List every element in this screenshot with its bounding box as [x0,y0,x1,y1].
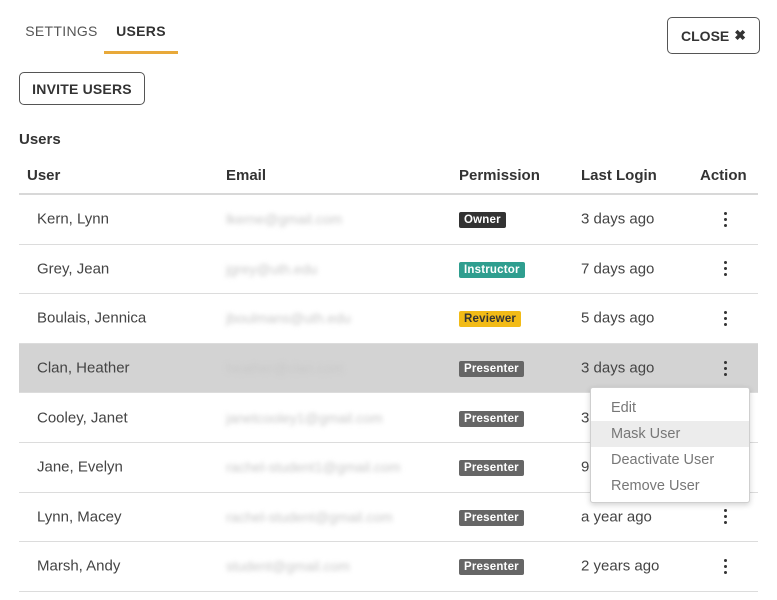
permission-cell: Presenter [459,458,524,477]
last-login: 3 days ago [581,359,655,377]
kebab-menu-icon[interactable] [718,209,732,229]
kebab-dot [723,211,727,215]
kebab-dot [723,366,727,370]
kebab-menu-icon[interactable] [718,259,732,279]
user-email: jboulmans@uth.edu [226,310,351,327]
header-permission: Permission [459,167,540,184]
permission-badge: Presenter [459,361,524,378]
permission-cell: Instructor [459,260,525,278]
permission-badge: Presenter [459,410,524,427]
kebab-dot [723,372,727,376]
close-button-label: CLOSE [681,27,730,44]
table-row: Kern, Lynn lkerne@gmail.com Owner 3 days ag… [19,195,758,245]
header-user: User [27,167,61,184]
user-email: rachel-student1@gmail.com [226,459,401,476]
kebab-dot [723,509,727,513]
table-row: Boulais, Jennica jboulmans@uth.edu Reviewe… [19,294,758,344]
last-login: 3 [581,409,590,427]
kebab-dot [723,558,727,562]
user-email: heather@clan.com [226,360,344,377]
menu-item-mask-user[interactable]: Mask User [591,421,749,447]
last-login: 2 years ago [581,557,660,575]
user-email: lkerne@gmail.com [226,211,343,228]
permission-cell: Reviewer [459,309,522,328]
header-action: Action [700,167,747,184]
invite-users-button[interactable]: INVITE USERS [19,72,145,105]
menu-item-deactivate-user[interactable]: Deactivate User [591,447,749,473]
last-login: 5 days ago [581,309,655,327]
tab-users[interactable]: USERS [104,0,178,54]
kebab-menu-icon[interactable] [718,556,732,576]
last-login: 9 [581,458,590,476]
kebab-dot [723,273,727,277]
action-menu: Edit Mask User Deactivate User Remove Us… [590,387,750,503]
users-table: User Email Permission Last Login Action … [19,157,758,592]
kebab-dot [723,223,727,227]
table-row: Marsh, Andy student@gmail.com Presenter 2 y… [19,542,758,592]
user-name: Lynn, Macey [37,508,122,526]
permission-cell: Presenter [459,508,524,526]
user-email: student@gmail.com [226,558,350,575]
kebab-dot [723,360,727,364]
kebab-dot [723,515,727,519]
user-name: Clan, Heather [37,359,130,377]
tab-settings[interactable]: SETTINGS [19,0,104,54]
user-name: Cooley, Janet [37,409,128,427]
table-row: Clan, Heather heather@clan.com Presenter 3 … [19,343,758,394]
permission-badge: Presenter [459,509,524,526]
kebab-menu-icon[interactable] [718,308,732,328]
kebab-dot [723,316,727,320]
header-email: Email [226,167,267,184]
permission-badge: Reviewer [459,311,522,328]
table-header: User Email Permission Last Login Action [19,157,758,195]
kebab-dot [723,217,727,221]
tab-bar: SETTINGS USERS [19,0,178,54]
section-title: Users [19,131,61,148]
last-login: a year ago [581,508,652,526]
kebab-dot [723,261,727,265]
permission-badge: Presenter [459,460,524,477]
last-login: 7 days ago [581,260,655,278]
permission-badge: Owner [459,212,506,229]
menu-item-edit[interactable]: Edit [591,395,749,421]
kebab-menu-icon[interactable] [718,358,732,378]
close-icon: ✖ [734,27,746,43]
permission-badge: Presenter [459,559,524,576]
kebab-dot [723,570,727,574]
close-button[interactable]: CLOSE ✖ [667,17,760,54]
user-email: rachel-student@gmail.com [226,508,393,525]
user-name: Jane, Evelyn [37,458,123,476]
user-name: Boulais, Jennica [37,309,147,327]
kebab-dot [723,310,727,314]
permission-cell: Presenter [459,359,524,378]
permission-cell: Owner [459,210,506,229]
kebab-dot [723,322,727,326]
user-name: Marsh, Andy [37,557,121,575]
user-email: janetcooley1@gmail.com [226,409,383,426]
user-name: Kern, Lynn [37,210,109,228]
permission-badge: Instructor [459,261,525,278]
last-login: 3 days ago [581,210,655,228]
kebab-dot [723,564,727,568]
menu-item-remove-user[interactable]: Remove User [591,473,749,499]
user-name: Grey, Jean [37,260,110,278]
user-email: jgrey@uth.edu [226,260,318,277]
permission-cell: Presenter [459,557,524,576]
kebab-dot [723,521,727,525]
kebab-dot [723,267,727,271]
permission-cell: Presenter [459,409,524,427]
header-last-login: Last Login [581,167,657,184]
table-row: Grey, Jean jgrey@uth.edu Instructor 7 days … [19,245,758,295]
kebab-menu-icon[interactable] [718,507,732,527]
